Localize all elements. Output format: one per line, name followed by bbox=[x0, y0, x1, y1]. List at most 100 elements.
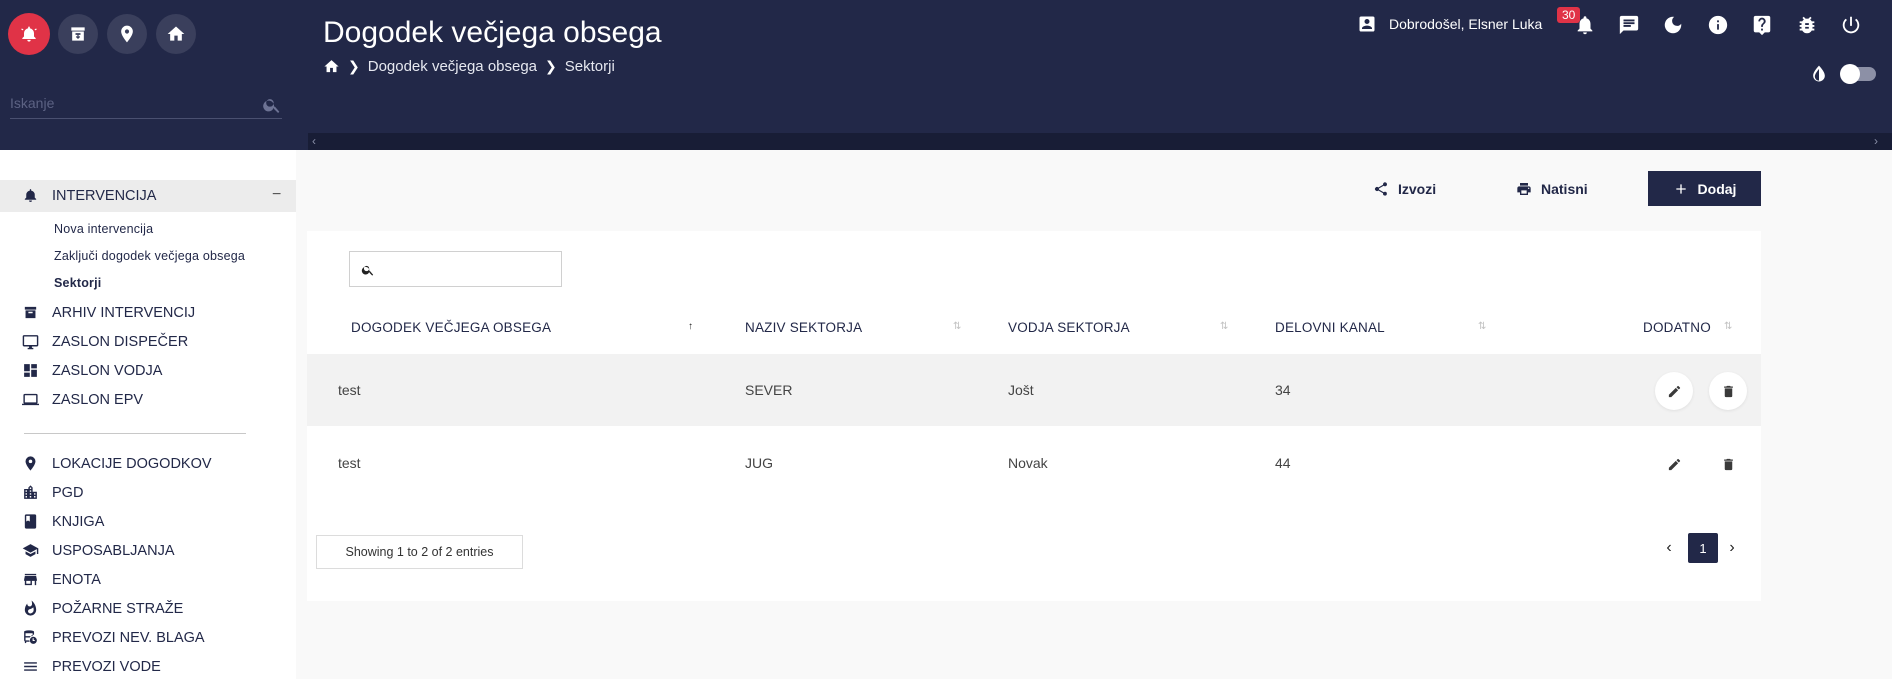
sidebar-item-zaslon-dispecer[interactable]: ZASLON DISPEČER bbox=[22, 333, 188, 350]
scroll-right-icon[interactable]: › bbox=[1874, 133, 1878, 150]
messages-button[interactable] bbox=[1616, 12, 1642, 38]
pagination-prev[interactable]: ‹ bbox=[1657, 533, 1681, 563]
pagination-next[interactable]: › bbox=[1720, 533, 1744, 563]
sidebar-item-prevozi-vode[interactable]: PREVOZI VODE bbox=[22, 658, 161, 675]
edit-button[interactable] bbox=[1655, 445, 1693, 483]
notifications-button[interactable] bbox=[1572, 12, 1598, 38]
sidebar-search[interactable] bbox=[10, 95, 282, 119]
sidebar-item-label: USPOSABLJANJA bbox=[52, 542, 175, 559]
sort-icon[interactable]: ⇅ bbox=[1724, 321, 1732, 332]
table-info: Showing 1 to 2 of 2 entries bbox=[316, 535, 523, 569]
sidebar-item-label: ZASLON DISPEČER bbox=[52, 333, 189, 350]
sidebar-item-label: ENOTA bbox=[52, 571, 101, 588]
sidebar-item-pozarne-straze[interactable]: POŽARNE STRAŽE bbox=[22, 600, 183, 617]
export-button[interactable]: Izvozi bbox=[1373, 171, 1436, 207]
cell-delovni-kanal: 44 bbox=[1275, 455, 1291, 471]
high-contrast-toggle[interactable] bbox=[1840, 64, 1876, 84]
plus-icon bbox=[1675, 183, 1686, 194]
delete-button[interactable] bbox=[1709, 372, 1747, 410]
search-icon bbox=[361, 265, 374, 276]
table-row[interactable]: test JUG Novak 44 bbox=[307, 427, 1761, 499]
sidebar-item-label: PREVOZI VODE bbox=[52, 658, 161, 675]
info-button[interactable] bbox=[1705, 12, 1731, 38]
column-header-naziv-sektorja[interactable]: NAZIV SEKTORJA bbox=[745, 320, 862, 335]
bug-icon bbox=[1799, 16, 1815, 34]
sidebar-item-knjiga[interactable]: KNJIGA bbox=[22, 513, 104, 530]
user-profile[interactable]: Dobrodošel, Elsner Luka bbox=[1357, 14, 1542, 34]
home-icon bbox=[167, 26, 185, 41]
column-header-vodja-sektorja[interactable]: VODJA SEKTORJA bbox=[1008, 320, 1130, 335]
sidebar-item-arhiv[interactable]: ARHIV INTERVENCIJ bbox=[22, 304, 195, 321]
column-header-dodatno[interactable]: DODATNO bbox=[1643, 320, 1711, 335]
alarm-bell-button[interactable] bbox=[8, 13, 50, 55]
export-label: Izvozi bbox=[1398, 181, 1437, 197]
sidebar-item-label: INTERVENCIJA bbox=[52, 187, 157, 204]
monitor-icon bbox=[22, 335, 39, 350]
table-row[interactable]: test SEVER Jošt 34 bbox=[307, 354, 1761, 426]
sidebar-item-label: ZASLON EPV bbox=[52, 391, 144, 408]
table-search[interactable] bbox=[349, 251, 562, 287]
breadcrumb-separator: ❯ bbox=[348, 58, 360, 74]
archive-button[interactable] bbox=[58, 14, 98, 54]
location-pin-icon bbox=[121, 25, 133, 43]
cell-dogodek: test bbox=[338, 455, 361, 471]
sidebar-subitem-sektorji[interactable]: Sektorji bbox=[54, 276, 101, 290]
horizontal-scrollbar[interactable]: ‹ › bbox=[308, 133, 1892, 150]
column-header-dogodek[interactable]: DOGODEK VEČJEGA OBSEGA bbox=[351, 320, 551, 335]
sidebar-item-label: KNJIGA bbox=[52, 513, 105, 530]
edit-button[interactable] bbox=[1655, 372, 1693, 410]
sidebar-item-zaslon-vodja[interactable]: ZASLON VODJA bbox=[22, 362, 162, 379]
water-icon bbox=[24, 662, 37, 671]
cell-delovni-kanal: 34 bbox=[1275, 382, 1291, 398]
column-header-delovni-kanal[interactable]: DELOVNI KANAL bbox=[1275, 320, 1385, 335]
sidebar-item-prevozi-nev-blaga[interactable]: PREVOZI NEV. BLAGA bbox=[22, 629, 205, 646]
sidebar-item-zaslon-epv[interactable]: ZASLON EPV bbox=[22, 391, 143, 408]
sidebar-item-enota[interactable]: ENOTA bbox=[22, 571, 101, 588]
cell-dogodek: test bbox=[338, 382, 361, 398]
power-icon bbox=[1842, 16, 1860, 34]
toggle-knob bbox=[1840, 64, 1860, 84]
search-icon[interactable] bbox=[262, 95, 282, 120]
archive-icon bbox=[71, 27, 85, 41]
contrast-icon bbox=[1809, 64, 1829, 89]
delete-button[interactable] bbox=[1709, 445, 1747, 483]
sort-icon[interactable]: ⇅ bbox=[953, 321, 961, 332]
sidebar-item-usposabljanja[interactable]: USPOSABLJANJA bbox=[22, 542, 175, 559]
search-input[interactable] bbox=[10, 95, 250, 111]
help-button[interactable] bbox=[1749, 12, 1775, 38]
collapse-icon[interactable]: − bbox=[272, 186, 281, 204]
sort-asc-icon[interactable]: ↑ bbox=[688, 321, 693, 332]
sidebar: INTERVENCIJA − Nova intervencija Zaključ… bbox=[0, 150, 296, 679]
logout-button[interactable] bbox=[1838, 12, 1864, 38]
add-button[interactable]: Dodaj bbox=[1648, 171, 1761, 206]
bus-clock-icon bbox=[24, 630, 37, 644]
sort-icon[interactable]: ⇅ bbox=[1220, 321, 1228, 332]
info-icon bbox=[1708, 15, 1728, 35]
sidebar-subitem-nova-intervencija[interactable]: Nova intervencija bbox=[54, 222, 153, 236]
top-bar bbox=[0, 0, 1892, 150]
table-search-input[interactable] bbox=[380, 258, 555, 280]
print-label: Natisni bbox=[1541, 181, 1588, 197]
sort-icon[interactable]: ⇅ bbox=[1478, 321, 1486, 332]
location-pin-icon bbox=[25, 456, 36, 471]
home-button[interactable] bbox=[156, 14, 196, 54]
sidebar-subitem-zakljuci[interactable]: Zaključi dogodek večjega obsega bbox=[54, 249, 245, 263]
bug-report-button[interactable] bbox=[1794, 12, 1820, 38]
breadcrumb-item[interactable]: Dogodek večjega obsega bbox=[368, 58, 537, 75]
print-button[interactable]: Natisni bbox=[1516, 171, 1588, 207]
sidebar-item-pgd[interactable]: PGD bbox=[22, 484, 83, 501]
dark-mode-button[interactable] bbox=[1660, 12, 1686, 38]
sidebar-item-label: ARHIV INTERVENCIJ bbox=[52, 304, 196, 321]
alarm-bell-icon bbox=[24, 189, 37, 202]
page-title: Dogodek večjega obsega bbox=[323, 16, 662, 49]
sidebar-item-label: PREVOZI NEV. BLAGA bbox=[52, 629, 205, 646]
sidebar-item-intervencija[interactable]: INTERVENCIJA bbox=[22, 187, 156, 204]
dashboard-icon bbox=[24, 364, 37, 377]
scroll-left-icon[interactable]: ‹ bbox=[312, 133, 316, 150]
sidebar-item-label: POŽARNE STRAŽE bbox=[52, 600, 184, 617]
breadcrumb: ❯ Dogodek večjega obsega ❯ Sektorji bbox=[323, 58, 615, 75]
pagination-page[interactable]: 1 bbox=[1688, 533, 1718, 563]
sidebar-item-lokacije[interactable]: LOKACIJE DOGODKOV bbox=[22, 455, 212, 472]
home-icon[interactable] bbox=[323, 58, 340, 75]
location-button[interactable] bbox=[107, 14, 147, 54]
